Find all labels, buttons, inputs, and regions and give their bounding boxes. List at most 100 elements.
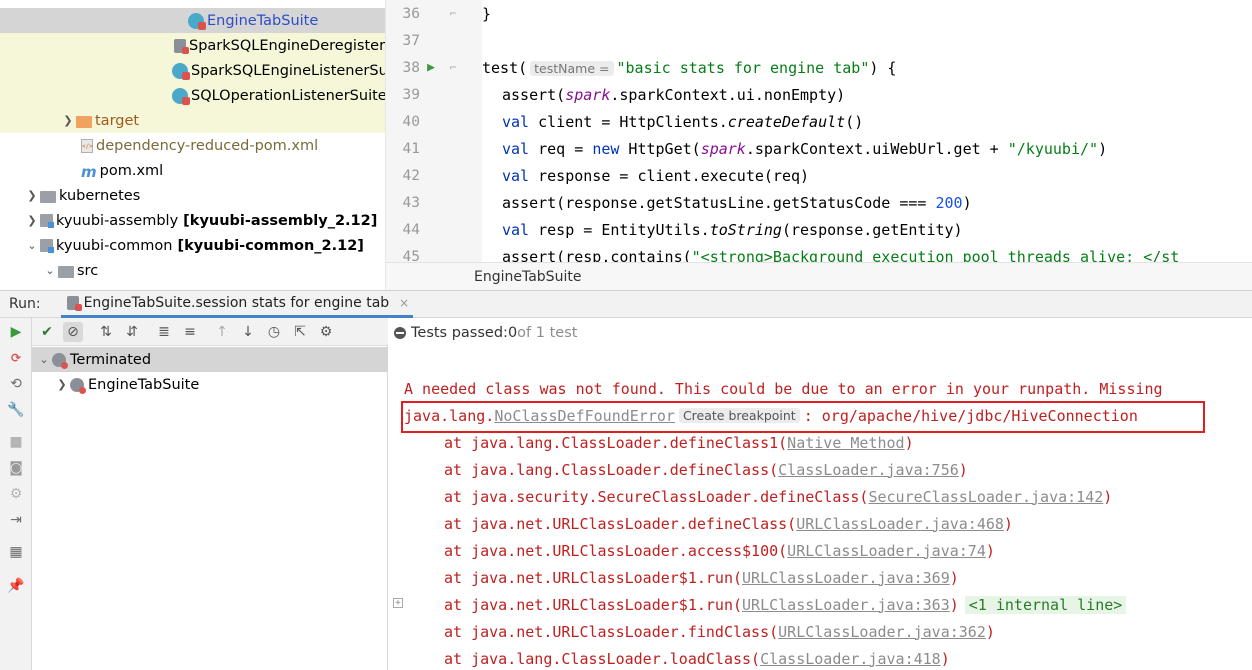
code-line[interactable]: 40 val client = HttpClients.createDefaul…: [386, 108, 1252, 135]
expand-all-icon[interactable]: ≣: [154, 322, 174, 342]
collapse-all-icon[interactable]: ≡: [180, 322, 200, 342]
exception-package: java.lang.: [404, 406, 495, 425]
code-text: assert(response.getStatusLine.getStatusC…: [502, 193, 972, 212]
chevron-down-icon[interactable]: ⌄: [42, 264, 58, 277]
source-link[interactable]: URLClassLoader.java:363: [742, 596, 950, 614]
line-number: 36: [402, 5, 420, 22]
code-line[interactable]: 41 val req = new HttpGet(spark.sparkCont…: [386, 135, 1252, 162]
code-line[interactable]: 43 assert(response.getStatusLine.getStat…: [386, 189, 1252, 216]
line-number: 38: [402, 59, 420, 76]
tree-item-sqloperation-suite[interactable]: SQLOperationListenerSuite: [0, 83, 385, 108]
tree-item-label: target: [95, 112, 140, 129]
breadcrumb-item[interactable]: EngineTabSuite: [474, 269, 581, 285]
module-name: [kyuubi-common_2.12]: [177, 237, 364, 254]
tree-item-deregister-suite[interactable]: SparkSQLEngineDeregisterSuite: [0, 33, 385, 58]
source-link[interactable]: URLClassLoader.java:369: [742, 569, 950, 587]
xml-file-icon: [81, 138, 93, 153]
expand-icon[interactable]: +: [393, 598, 403, 608]
rerun-failed-icon[interactable]: ⟳: [6, 348, 26, 368]
arrow-down-icon[interactable]: ↓: [238, 322, 258, 342]
tree-item-dependency-pom[interactable]: dependency-reduced-pom.xml: [0, 133, 385, 158]
code-line[interactable]: 39 assert(spark.sparkContext.ui.nonEmpty…: [386, 81, 1252, 108]
source-link[interactable]: URLClassLoader.java:74: [787, 542, 986, 560]
source-link[interactable]: URLClassLoader.java:362: [778, 623, 986, 641]
run-tool-window-header: Run: EngineTabSuite.session stats for en…: [0, 290, 1252, 318]
status-icon: [394, 327, 406, 339]
test-node-suite[interactable]: ❯ EngineTabSuite: [32, 372, 388, 397]
fold-icon[interactable]: ⌐: [442, 61, 464, 74]
settings-icon[interactable]: ⚙: [6, 484, 26, 504]
arrow-up-icon[interactable]: ↑: [212, 322, 232, 342]
chevron-down-icon[interactable]: ⌄: [36, 353, 52, 366]
wrench-icon[interactable]: 🔧: [6, 400, 26, 420]
create-breakpoint-button[interactable]: Create breakpoint: [678, 408, 800, 423]
code-line[interactable]: 45 assert(resp.contains("<strong>Backgro…: [386, 243, 1252, 263]
source-link[interactable]: SecureClassLoader.java:142: [868, 488, 1103, 506]
module-icon: [40, 239, 54, 253]
code-text: val req = new HttpGet(spark.sparkContext…: [502, 139, 1108, 158]
code-line[interactable]: 44 val resp = EntityUtils.toString(respo…: [386, 216, 1252, 243]
tree-item-listener-suite[interactable]: SparkSQLEngineListenerSuite: [0, 58, 386, 83]
sort-alpha-icon[interactable]: ⇅: [96, 322, 116, 342]
history-icon[interactable]: ◷: [264, 322, 284, 342]
source-link[interactable]: ClassLoader.java:756: [778, 461, 959, 479]
tree-item-kyuubi-common[interactable]: ⌄ kyuubi-common [kyuubi-common_2.12]: [0, 233, 385, 258]
code-text: val resp = EntityUtils.toString(response…: [502, 220, 963, 239]
internal-lines-toggle[interactable]: <1 internal line>: [964, 595, 1127, 614]
stack-frame: at java.lang.ClassLoader.defineClass1(Na…: [444, 433, 914, 452]
stack-frame: at java.net.URLClassLoader.defineClass(U…: [444, 514, 1013, 533]
code-line[interactable]: 38 ▶ ⌐ test(testName = "basic stats for e…: [386, 54, 1252, 81]
tree-item-label: dependency-reduced-pom.xml: [96, 137, 319, 154]
fold-icon[interactable]: ⌐: [442, 7, 464, 20]
tree-item-kyuubi-assembly[interactable]: ❯ kyuubi-assembly [kyuubi-assembly_2.12]: [0, 208, 385, 233]
stack-frame: at java.net.URLClassLoader$1.run(URLClas…: [444, 591, 1127, 618]
chevron-right-icon[interactable]: ❯: [60, 114, 76, 127]
chevron-right-icon[interactable]: ❯: [24, 189, 40, 202]
sort-duration-icon[interactable]: ⇵: [122, 322, 142, 342]
tree-item-target[interactable]: ❯ target: [0, 108, 385, 133]
show-ignored-icon[interactable]: ⊘: [63, 322, 83, 342]
tree-item-label: SparkSQLEngineListenerSuite: [191, 62, 386, 79]
camera-icon[interactable]: ◙: [6, 458, 26, 478]
stop-icon[interactable]: ■: [6, 432, 26, 452]
chevron-right-icon[interactable]: ❯: [54, 378, 70, 391]
layout-icon[interactable]: ▦: [6, 542, 26, 562]
tree-item-label: kyuubi-assembly: [56, 212, 179, 229]
module-name: [kyuubi-assembly_2.12]: [183, 212, 378, 229]
module-icon: [40, 214, 54, 228]
code-line[interactable]: 37: [386, 27, 1252, 54]
pin-icon[interactable]: 📌: [6, 576, 26, 596]
show-passed-icon[interactable]: ✔: [37, 322, 57, 342]
source-link[interactable]: Native Method: [787, 434, 904, 452]
tree-item-enginetabsuite[interactable]: EngineTabSuite: [0, 8, 385, 33]
tree-item-kubernetes[interactable]: ❯ kubernetes: [0, 183, 385, 208]
code-line[interactable]: 42 val response = client.execute(req): [386, 162, 1252, 189]
test-node-root[interactable]: ⌄ Terminated: [32, 347, 388, 372]
test-class-icon: [188, 12, 206, 30]
rerun-icon[interactable]: ▶: [6, 322, 26, 342]
code-editor[interactable]: 36 ⌐ } 37 38 ▶ ⌐ test(testName = "basic s…: [386, 0, 1252, 262]
line-number: 39: [402, 86, 420, 103]
folder-icon: [58, 265, 74, 278]
source-link[interactable]: ClassLoader.java:418: [760, 650, 941, 668]
run-side-toolbar: ▶ ⟳ ⟲ 🔧 ■ ◙ ⚙ ⇥ ▦ 📌: [0, 318, 32, 670]
chevron-right-icon[interactable]: ❯: [24, 214, 40, 227]
parameter-hint: testName =: [530, 60, 614, 76]
exception-class-link[interactable]: NoClassDefFoundError: [494, 407, 675, 425]
folder-icon: [40, 190, 56, 203]
toggle-auto-test-icon[interactable]: ⟲: [6, 374, 26, 394]
close-icon[interactable]: ×: [399, 296, 409, 310]
tree-item-src[interactable]: ⌄ src: [0, 258, 385, 283]
tree-item-pom[interactable]: m pom.xml: [0, 158, 385, 183]
gear-icon[interactable]: ⚙: [316, 322, 336, 342]
export-icon[interactable]: ⇱: [290, 322, 310, 342]
source-link[interactable]: URLClassLoader.java:468: [796, 515, 1004, 533]
import-icon[interactable]: ⇥: [6, 510, 26, 530]
run-test-icon[interactable]: ▶: [420, 60, 442, 75]
stack-frame: at java.net.URLClassLoader.findClass(URL…: [444, 622, 995, 641]
chevron-down-icon[interactable]: ⌄: [24, 239, 40, 252]
editor-breadcrumb[interactable]: EngineTabSuite: [386, 262, 1252, 290]
console-output[interactable]: A needed class was not found. This could…: [388, 348, 1252, 670]
code-line[interactable]: 36 ⌐ }: [386, 0, 1252, 27]
run-tab[interactable]: EngineTabSuite.session stats for engine …: [60, 291, 414, 318]
